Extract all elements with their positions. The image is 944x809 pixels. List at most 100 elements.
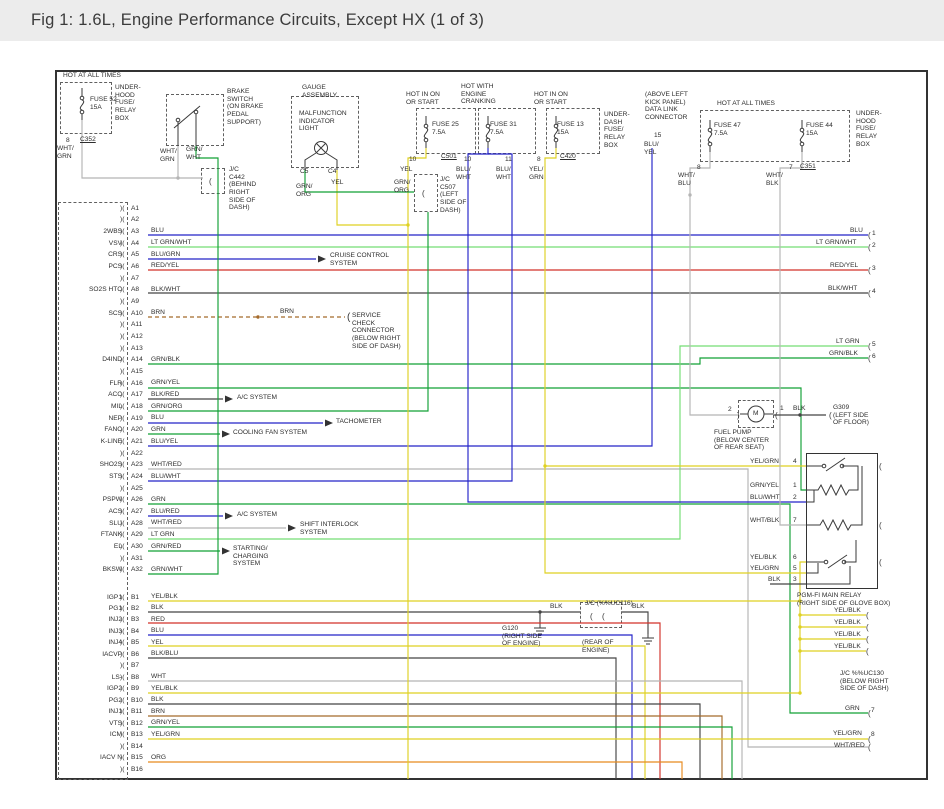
pin-connector-icon: )( <box>120 298 124 306</box>
pin-connector-icon: )( <box>120 205 124 213</box>
ecm-terminal-name: PCS <box>66 263 122 271</box>
pin-label: A16 <box>131 380 143 388</box>
ecm-terminal-name: SO2S HTC <box>66 286 122 294</box>
pin-label: B10 <box>131 697 143 705</box>
diagram-label: YEL <box>331 179 343 187</box>
ecm-terminal-name: CRS <box>66 251 122 259</box>
pin-connector-icon: )( <box>120 345 124 353</box>
pin-label: B12 <box>131 720 143 728</box>
wire-color-label: WHT <box>151 673 166 681</box>
diagram-label: 1 <box>780 405 784 413</box>
wire-color-label: BRN <box>151 708 165 716</box>
wire-color-label: GRN/YEL <box>151 379 180 387</box>
diagram-label: WHT/ GRN <box>160 148 177 163</box>
pin-label: A23 <box>131 461 143 469</box>
hot-at-all-times-right: HOT AT ALL TIMES <box>717 100 775 108</box>
diagram-labels-layer: HOT AT ALL TIMESUNDER- HOOD FUSE/ RELAY … <box>0 0 944 809</box>
wire-color-label: GRN/WHT <box>151 566 183 574</box>
diagram-label: RED/YEL <box>830 262 858 270</box>
diagram-label: BLU/WHT <box>750 494 780 502</box>
diagram-label: WHT/ GRN <box>57 145 74 160</box>
pin-label: A21 <box>131 438 143 446</box>
diagram-label: HOT WITH ENGINE CRANKING <box>461 83 496 106</box>
cooling-fan-label: COOLING FAN SYSTEM <box>233 429 307 437</box>
diagram-label: YEL/GRN <box>833 730 862 738</box>
diagram-label: BLU/ YEL <box>644 141 659 156</box>
pin-label: B2 <box>131 605 139 613</box>
diagram-label: GRN <box>845 705 860 713</box>
ecm-terminal-name: PG2 <box>66 697 122 705</box>
pin-connector-icon: )( <box>120 450 124 458</box>
pin-connector-icon: )( <box>120 368 124 376</box>
pin-label: A10 <box>131 310 143 318</box>
wire-color-label: WHT/RED <box>151 519 182 527</box>
diagram-label: 7 <box>789 164 793 172</box>
fuse-52-label: FUSE 52 15A <box>90 96 117 111</box>
pin-label: B16 <box>131 766 143 774</box>
service-check-connector-label: SERVICE CHECK CONNECTOR (BELOW RIGHT SID… <box>352 312 401 350</box>
starting-charging-label: STARTING/ CHARGING SYSTEM <box>233 545 269 568</box>
ecm-terminal-name: IACVP <box>66 651 122 659</box>
ac-system-label-2: A/C SYSTEM <box>237 511 277 519</box>
pin-label: B3 <box>131 616 139 624</box>
diagram-label: BLU <box>850 227 863 235</box>
diagram-label: WHT/RED <box>834 742 865 750</box>
diagram-label: 5 <box>793 565 797 573</box>
wire-color-label: RED/YEL <box>151 262 179 270</box>
brake-switch-label: BRAKE SWITCH (ON BRAKE PEDAL SUPPORT) <box>227 88 263 126</box>
fuse-31-label: FUSE 31 7.5A <box>490 121 517 136</box>
diagram-label: WHT/ BLK <box>766 172 783 187</box>
pin-label: A13 <box>131 345 143 353</box>
ecm-terminal-name: 2WBS <box>66 228 122 236</box>
pin-label: A1 <box>131 205 139 213</box>
diagram-label: GRN/ WHT <box>186 146 202 161</box>
diagram-label: 3 <box>872 265 876 273</box>
pin-connector-icon: )( <box>120 485 124 493</box>
diagram-label: HOT IN ON OR START <box>406 91 440 106</box>
pin-label: A26 <box>131 496 143 504</box>
pin-label: A28 <box>131 520 143 528</box>
ecm-terminal-name: IGP1 <box>66 594 122 602</box>
pin-connector-icon: )( <box>120 333 124 341</box>
diagram-label: BLK <box>793 405 805 413</box>
ecm-terminal-name: SHO2S <box>66 461 122 469</box>
diagram-label: BLK/WHT <box>828 285 857 293</box>
hot-at-all-times-left: HOT AT ALL TIMES <box>63 72 121 80</box>
g309-label: G309 (LEFT SIDE OF FLOOR) <box>833 404 869 427</box>
diagram-label: 4 <box>872 288 876 296</box>
pin-label: A18 <box>131 403 143 411</box>
ecm-terminal-name: VSV <box>66 240 122 248</box>
ecm-terminal-name: PG1 <box>66 605 122 613</box>
connector-c352: C352 <box>80 136 96 144</box>
ecm-terminal-name: VTS <box>66 720 122 728</box>
pin-label: A30 <box>131 543 143 551</box>
diagram-label: 5 <box>872 341 876 349</box>
wire-color-label: BLU/RED <box>151 508 180 516</box>
ecm-terminal-name: ACS <box>66 508 122 516</box>
pin-label: B13 <box>131 731 143 739</box>
pin-connector-icon: )( <box>120 766 124 774</box>
pin-label: A20 <box>131 426 143 434</box>
pin-label: A17 <box>131 391 143 399</box>
diagram-label: GRN/ ORG <box>394 179 410 194</box>
fuel-pump-motor-m: M <box>753 410 759 418</box>
pin-label: B14 <box>131 743 143 751</box>
diagram-label: YEL/BLK <box>834 619 861 627</box>
diagram-label: YEL/GRN <box>750 565 779 573</box>
diagram-label: 4 <box>793 458 797 466</box>
diagram-label: 11 <box>505 156 512 164</box>
diagram-label: WHT/ BLU <box>678 172 695 187</box>
pin-connector-icon: )( <box>120 275 124 283</box>
wire-color-label: GRN/RED <box>151 543 181 551</box>
diagram-label: YEL/GRN <box>750 458 779 466</box>
pin-label: A7 <box>131 275 139 283</box>
pin-label: A32 <box>131 566 143 574</box>
ecm-terminal-name: BKSW <box>66 566 122 574</box>
ecm-terminal-name: D4IND <box>66 356 122 364</box>
pin-label: A25 <box>131 485 143 493</box>
ecm-terminal-name: PSPW <box>66 496 122 504</box>
pin-label: A5 <box>131 251 139 259</box>
pin-label: A8 <box>131 286 139 294</box>
cruise-control-label: CRUISE CONTROL SYSTEM <box>330 252 389 267</box>
diagram-label: BLK <box>768 576 780 584</box>
